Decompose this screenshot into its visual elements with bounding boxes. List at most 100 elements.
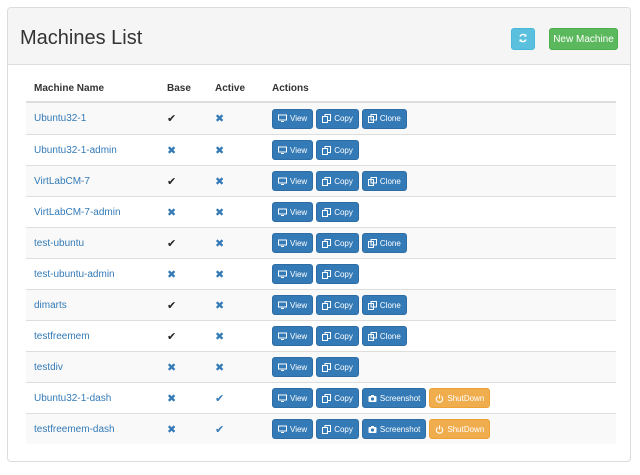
view-button[interactable]: View	[272, 108, 314, 129]
copy-icon	[322, 362, 332, 372]
action-label: View	[290, 114, 308, 123]
base-cell: ✔	[159, 112, 207, 125]
copy-icon	[322, 269, 332, 279]
view-button[interactable]: View	[272, 171, 314, 191]
clone-button[interactable]: Clone	[361, 233, 407, 253]
base-cell: ✖	[159, 392, 207, 405]
machine-name-link[interactable]: Ubuntu32-1-dash	[34, 393, 111, 404]
machine-name-link[interactable]: Ubuntu32-1-admin	[34, 145, 117, 156]
actions-cell: View Copy	[264, 202, 616, 222]
table-row: testfreemem ✔ ✖ View Copy Clone	[26, 320, 616, 351]
machine-name-link[interactable]: Ubuntu32-1	[34, 113, 86, 124]
copy-button[interactable]: Copy	[316, 233, 359, 253]
actions-cell: View Copy	[264, 264, 616, 284]
monitor-icon	[278, 394, 287, 403]
action-label: View	[290, 207, 308, 217]
check-icon: ✔	[167, 113, 177, 125]
machine-name-link[interactable]: dimarts	[34, 300, 67, 311]
cross-icon: ✖	[215, 299, 225, 312]
copy-button[interactable]: Copy	[316, 140, 359, 160]
monitor-icon	[278, 363, 287, 372]
active-cell: ✔	[207, 392, 264, 405]
copy-button[interactable]: Copy	[316, 202, 359, 222]
action-label: Copy	[334, 331, 353, 341]
clone-button[interactable]: Clone	[361, 108, 407, 129]
column-header-active: Active	[215, 82, 246, 94]
machine-name-link[interactable]: VirtLabCM-7	[34, 176, 90, 187]
machines-panel: Machines List New Machine Machine Name B…	[7, 7, 631, 462]
power-icon	[435, 394, 444, 403]
action-label: Copy	[334, 393, 353, 403]
clone-icon	[367, 331, 377, 341]
view-button[interactable]: View	[272, 202, 314, 222]
power-icon	[435, 425, 444, 434]
view-button[interactable]: View	[272, 264, 314, 284]
machine-name-cell: Ubuntu32-1-admin	[26, 145, 159, 156]
cross-icon: ✖	[215, 113, 225, 125]
view-button[interactable]: View	[272, 233, 314, 253]
base-cell: ✖	[159, 423, 207, 436]
clone-button[interactable]: Clone	[361, 171, 407, 191]
action-label: Copy	[334, 300, 353, 310]
view-button[interactable]: View	[272, 140, 314, 160]
machine-name-link[interactable]: testfreemem-dash	[34, 424, 115, 435]
base-cell: ✔	[159, 237, 207, 250]
action-label: Copy	[334, 114, 353, 123]
clone-button[interactable]: Clone	[361, 326, 407, 346]
machines-table: Machine Name Base Active Actions Ubuntu3…	[26, 75, 616, 444]
machine-name-link[interactable]: test-ubuntu-admin	[34, 269, 115, 280]
check-icon: ✔	[215, 392, 225, 405]
machine-name-cell: test-ubuntu	[26, 238, 159, 249]
copy-button[interactable]: Copy	[316, 264, 359, 284]
action-label: ShutDown	[447, 424, 485, 434]
machine-name-link[interactable]: testfreemem	[34, 331, 90, 342]
clone-button[interactable]: Clone	[361, 295, 407, 315]
copy-button[interactable]: Copy	[316, 419, 359, 439]
copy-button[interactable]: Copy	[316, 171, 359, 191]
clone-icon	[367, 300, 377, 310]
monitor-icon	[278, 239, 287, 248]
cross-icon: ✖	[167, 392, 177, 405]
screenshot-button[interactable]: Screenshot	[361, 388, 427, 408]
check-icon: ✔	[167, 330, 177, 343]
copy-icon	[322, 300, 332, 310]
view-button[interactable]: View	[272, 388, 314, 408]
action-label: Clone	[379, 300, 401, 310]
monitor-icon	[278, 177, 287, 186]
view-button[interactable]: View	[272, 295, 314, 315]
table-row: VirtLabCM-7-admin ✖ ✖ View Copy	[26, 196, 616, 227]
action-label: Copy	[334, 207, 353, 217]
actions-cell: View Copy Clone	[264, 233, 616, 253]
shutdown-button[interactable]: ShutDown	[429, 419, 491, 439]
action-label: View	[290, 269, 308, 279]
view-button[interactable]: View	[272, 326, 314, 346]
copy-icon	[322, 176, 332, 186]
table-header: Machine Name Base Active Actions	[26, 75, 616, 103]
machine-name-link[interactable]: testdiv	[34, 362, 63, 373]
copy-button[interactable]: Copy	[316, 108, 359, 129]
view-button[interactable]: View	[272, 419, 314, 439]
machine-name-cell: VirtLabCM-7	[26, 176, 159, 187]
machine-name-cell: testfreemem	[26, 331, 159, 342]
refresh-button[interactable]	[511, 28, 535, 50]
copy-button[interactable]: Copy	[316, 388, 359, 408]
view-button[interactable]: View	[272, 357, 314, 377]
action-label: Clone	[379, 176, 401, 186]
copy-button[interactable]: Copy	[316, 357, 359, 377]
machine-name-link[interactable]: VirtLabCM-7-admin	[34, 207, 121, 218]
actions-cell: View Copy Screenshot ShutDown	[264, 419, 616, 439]
copy-button[interactable]: Copy	[316, 295, 359, 315]
base-cell: ✖	[159, 361, 207, 374]
action-label: View	[290, 331, 308, 341]
screenshot-button[interactable]: Screenshot	[361, 419, 427, 439]
camera-icon	[368, 425, 377, 434]
cross-icon: ✖	[215, 144, 225, 157]
actions-cell: View Copy Clone	[264, 108, 616, 129]
active-cell: ✖	[207, 330, 264, 343]
copy-button[interactable]: Copy	[316, 326, 359, 346]
shutdown-button[interactable]: ShutDown	[429, 388, 491, 408]
check-icon: ✔	[167, 299, 177, 312]
machine-name-link[interactable]: test-ubuntu	[34, 238, 84, 249]
new-machine-button[interactable]: New Machine	[549, 28, 618, 50]
active-cell: ✖	[207, 112, 264, 125]
